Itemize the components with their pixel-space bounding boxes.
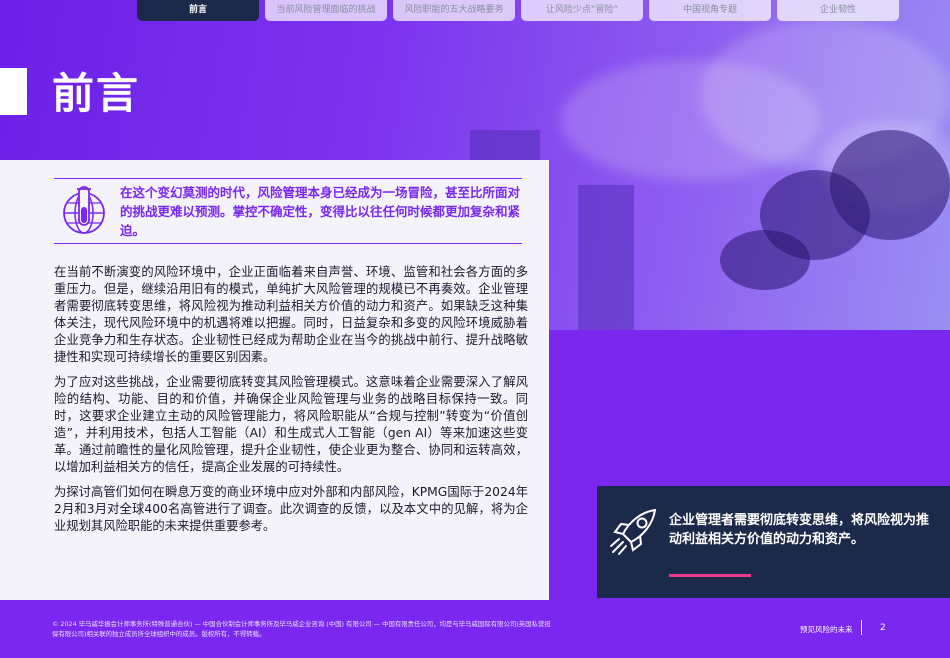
- tree-shape: [830, 130, 950, 240]
- tab-china-perspective[interactable]: 中国视角专题: [649, 0, 771, 21]
- legal-notice: © 2024 毕马威华振会计师事务所(特殊普通合伙) — 中国合伙制会计师事务所…: [52, 620, 551, 638]
- tab-resilience[interactable]: 企业韧性: [777, 0, 899, 21]
- callout-underline: [669, 574, 751, 577]
- tab-less-risky[interactable]: 让风险少点“冒险”: [521, 0, 643, 21]
- tree-shape: [720, 230, 810, 290]
- paragraph: 为了应对这些挑战，企业需要彻底转变其风险管理模式。这意味着企业需要深入了解风险的…: [54, 375, 528, 474]
- callout-box: 企业管理者需要彻底转变思维，将风险视为推动利益相关方价值的动力和资产。: [597, 486, 950, 598]
- paragraph: 为探讨高管们如何在瞬息万变的商业环境中应对外部和内部风险，KPMG国际于2024…: [54, 485, 528, 533]
- top-nav: 前言 当前风险管理面临的挑战 风险职能的五大战略要务 让风险少点“冒险” 中国视…: [137, 0, 899, 21]
- footer-divider: [861, 620, 862, 635]
- page-title: 前言: [52, 69, 141, 118]
- paragraph: 在当前不断演变的风险环境中，企业正面临着来自声誉、环境、监管和社会各方面的多重压…: [54, 265, 528, 364]
- rocket-icon: [610, 508, 657, 555]
- quote-box: 在这个变幻莫测的时代，风险管理本身已经成为一场冒险，甚至比所面对的挑战更难以预测…: [54, 178, 522, 244]
- tab-challenges[interactable]: 当前风险管理面临的挑战: [265, 0, 387, 21]
- callout-text: 企业管理者需要彻底转变思维，将风险视为推动利益相关方价值的动力和资产。: [669, 513, 930, 547]
- tab-strategic-priorities[interactable]: 风险职能的五大战略要务: [393, 0, 515, 21]
- tab-preface[interactable]: 前言: [137, 0, 259, 21]
- building-shape: [578, 185, 634, 330]
- title-accent-bar: [0, 68, 27, 115]
- building-shape: [470, 130, 540, 160]
- body-text: 在当前不断演变的风险环境中，企业正面临着来自声誉、环境、监管和社会各方面的多重压…: [54, 264, 528, 543]
- report-name: 预见风险的未来: [800, 625, 853, 634]
- quote-text: 在这个变幻莫测的时代，风险管理本身已经成为一场冒险，甚至比所面对的挑战更难以预测…: [120, 185, 521, 238]
- page-number: 2: [880, 623, 886, 633]
- globe-flask-icon: [63, 186, 105, 234]
